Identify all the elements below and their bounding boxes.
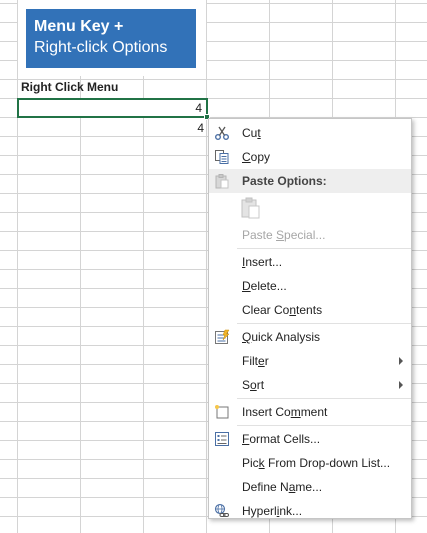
menu-label-quick-analysis: Quick Analysis	[242, 330, 321, 344]
submenu-arrow-icon	[399, 357, 403, 365]
scissors-icon	[215, 126, 229, 140]
menu-item-insert-comment[interactable]: Insert Comment	[209, 400, 411, 424]
paste-options-row	[209, 193, 411, 223]
menu-label-insert: Insert...	[242, 255, 283, 269]
menu-label-define-name: Define Name...	[242, 480, 323, 494]
submenu-arrow-icon	[399, 381, 403, 389]
menu-label-delete: Delete...	[242, 279, 287, 293]
title-box: Menu Key + Right-click Options	[26, 9, 196, 68]
menu-item-paste-special[interactable]: Paste Special...	[209, 223, 411, 247]
active-cell[interactable]: 4	[17, 98, 208, 118]
menu-header-paste-options: Paste Options:	[209, 169, 411, 193]
menu-label-filter: Filter	[242, 354, 269, 368]
menu-separator	[237, 398, 411, 399]
cell-label[interactable]: Right Click Menu	[21, 80, 118, 94]
copy-icon	[215, 150, 229, 164]
cell-value-below[interactable]: 4	[190, 121, 204, 135]
menu-item-define-name[interactable]: Define Name...	[209, 475, 411, 499]
paste-options-label: Paste Options:	[242, 174, 327, 188]
menu-label-pick-from-list: Pick From Drop-down List...	[242, 456, 391, 470]
menu-label-clear-contents: Clear Contents	[242, 303, 323, 317]
menu-item-sort[interactable]: Sort	[209, 373, 411, 397]
menu-label-sort: Sort	[242, 378, 265, 392]
comment-icon	[215, 405, 229, 419]
menu-item-quick-analysis[interactable]: Quick Analysis	[209, 325, 411, 349]
clipboard-icon	[215, 174, 229, 189]
menu-separator	[237, 425, 411, 426]
menu-label-copy: Copy	[242, 150, 271, 164]
menu-separator	[237, 323, 411, 324]
menu-item-format-cells[interactable]: Format Cells...	[209, 427, 411, 451]
menu-item-delete[interactable]: Delete...	[209, 274, 411, 298]
menu-label-insert-comment: Insert Comment	[242, 405, 328, 419]
menu-label-format-cells: Format Cells...	[242, 432, 321, 446]
menu-item-cut[interactable]: Cut	[209, 121, 411, 145]
title-line-2: Right-click Options	[34, 39, 168, 56]
quick-analysis-icon	[215, 329, 230, 344]
hyperlink-icon	[214, 503, 229, 517]
menu-item-clear-contents[interactable]: Clear Contents	[209, 298, 411, 322]
menu-label-paste-special: Paste Special...	[242, 228, 326, 242]
menu-label-cut: Cut	[242, 126, 261, 140]
format-cells-icon	[215, 432, 229, 446]
menu-item-insert[interactable]: Insert...	[209, 250, 411, 274]
menu-separator	[237, 248, 411, 249]
menu-item-hyperlink[interactable]: Hyperlink...	[209, 499, 411, 523]
context-menu: Cut Copy Paste Options: Paste Special...	[208, 118, 412, 519]
paste-clipboard-icon[interactable]	[239, 196, 263, 220]
menu-item-copy[interactable]: Copy	[209, 145, 411, 169]
title-line-1: Menu Key +	[34, 18, 124, 35]
menu-item-pick-from-list[interactable]: Pick From Drop-down List...	[209, 451, 411, 475]
menu-item-filter[interactable]: Filter	[209, 349, 411, 373]
menu-label-hyperlink: Hyperlink...	[242, 504, 303, 518]
